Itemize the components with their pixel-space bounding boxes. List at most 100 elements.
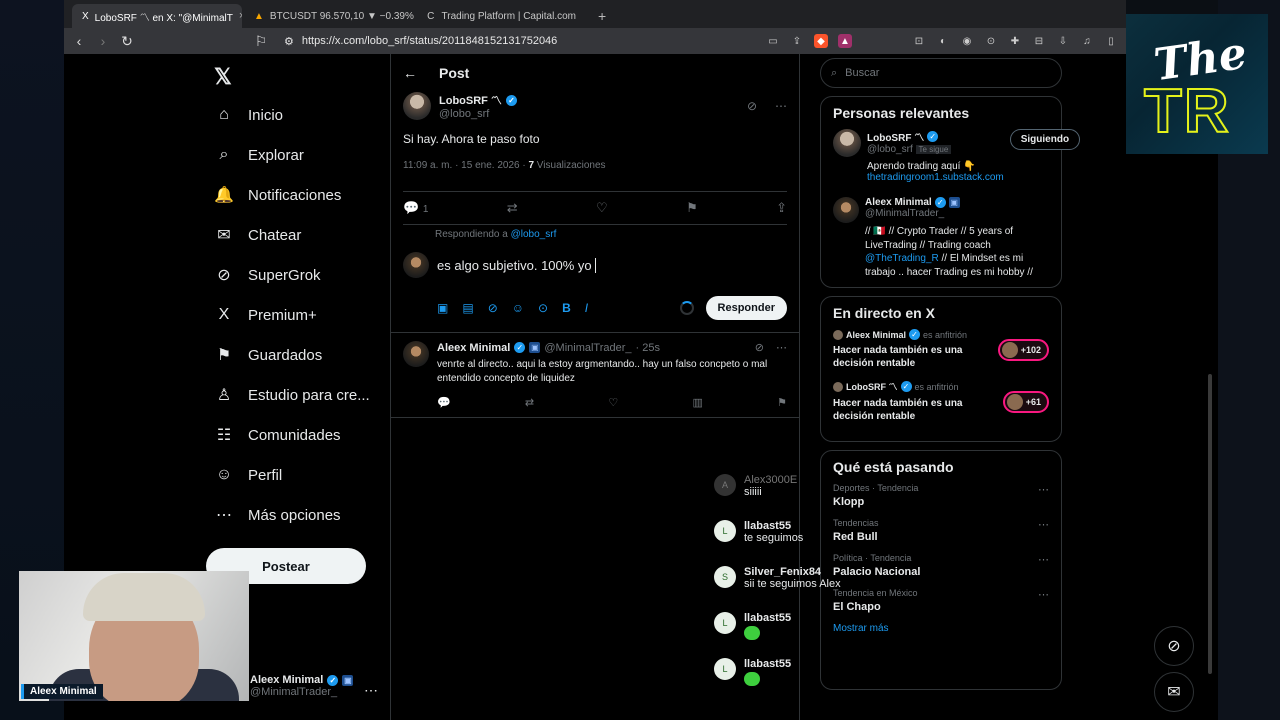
more-dots-icon[interactable]: ⋯: [364, 682, 378, 699]
reply-input[interactable]: es algo subjetivo. 100% yo: [437, 257, 596, 273]
nav-item-supergrok[interactable]: ⊘ SuperGrok: [214, 260, 320, 290]
more-dots-icon[interactable]: ⋯: [1038, 518, 1049, 531]
nav-item-chatear[interactable]: ✉ Chatear: [214, 220, 301, 250]
nav-item-perfil[interactable]: ☺ Perfil: [214, 460, 282, 490]
extension-icon[interactable]: ⊙: [984, 34, 998, 48]
grok-icon[interactable]: ⊘: [747, 99, 757, 113]
gif-icon[interactable]: ▤: [462, 301, 473, 315]
extension-icon[interactable]: ⊟: [1032, 34, 1046, 48]
nav-item-premium[interactable]: X Premium+: [214, 300, 317, 330]
like-icon[interactable]: ♡: [596, 200, 608, 216]
reply-icon[interactable]: 💬: [437, 396, 451, 409]
sidebar-icon[interactable]: ▯: [1104, 34, 1118, 48]
views-count: 7: [528, 160, 535, 171]
person-handle[interactable]: @MinimalTrader_: [865, 208, 1049, 219]
download-icon[interactable]: ⇩: [1056, 34, 1070, 48]
cast-icon[interactable]: ▭: [766, 34, 780, 48]
italic-icon[interactable]: I: [585, 301, 588, 315]
x-logo-icon[interactable]: 𝕏: [214, 64, 232, 90]
bookmark-page-icon[interactable]: ⚐: [254, 33, 268, 50]
author-name[interactable]: LoboSRF 〽: [439, 92, 502, 108]
scrollbar[interactable]: [1208, 374, 1212, 674]
repost-icon[interactable]: ⇄: [525, 396, 534, 409]
reply-time[interactable]: · 25s: [636, 342, 660, 354]
reply-button[interactable]: Responder: [705, 296, 787, 320]
views-icon[interactable]: ▥: [692, 396, 702, 409]
live-listeners-badge[interactable]: +61: [1002, 390, 1049, 413]
share-icon[interactable]: ⇪: [790, 34, 804, 48]
person-handle[interactable]: @lobo_srf: [867, 144, 913, 155]
rewards-icon[interactable]: ▲: [838, 34, 852, 48]
live-item[interactable]: LoboSRF 〽 ✓ es anfitrión Hacer nada también…: [833, 380, 1049, 423]
replying-to-handle[interactable]: @lobo_srf: [511, 229, 557, 240]
extension-icon[interactable]: ◉: [960, 34, 974, 48]
grok-icon[interactable]: ⊘: [488, 301, 498, 315]
search-input[interactable]: ⌕ Buscar: [820, 58, 1062, 88]
site-settings-icon[interactable]: ⚙: [284, 35, 294, 48]
account-switcher[interactable]: Aleex Minimal ✓ ▣ @MinimalTrader_ ⋯: [250, 674, 378, 698]
person-link[interactable]: thetradingroom1.substack.com: [867, 172, 1004, 183]
person-name[interactable]: Aleex Minimal: [865, 197, 932, 208]
tab-btcusdt[interactable]: ▲ BTCUSDT 96.570,10 ▼ −0.39% ES: [244, 4, 414, 28]
more-dots-icon[interactable]: ⋯: [775, 99, 787, 113]
avatar[interactable]: [833, 197, 859, 223]
reply-action[interactable]: 💬 1: [403, 200, 428, 216]
avatar[interactable]: [403, 92, 431, 120]
author-handle[interactable]: @lobo_srf: [439, 108, 517, 120]
trend-item[interactable]: Deportes · Tendencia Klopp ⋯: [833, 483, 1049, 508]
location-icon[interactable]: ⊙: [538, 301, 548, 315]
grok-icon[interactable]: ⊘: [755, 341, 764, 354]
back-arrow-icon[interactable]: ←: [403, 65, 417, 81]
extension-icon[interactable]: ⊡: [912, 34, 926, 48]
more-dots-icon[interactable]: ⋯: [1038, 553, 1049, 566]
post-timestamp[interactable]: 11:09 a. m. · 15 ene. 2026 ·: [403, 160, 526, 171]
puzzle-icon[interactable]: ✚: [1008, 34, 1022, 48]
nav-item-notificaciones[interactable]: 🔔 Notificaciones: [214, 180, 341, 210]
grok-float-button[interactable]: ⊘: [1154, 626, 1194, 666]
bookmark-icon[interactable]: ⚑: [686, 200, 698, 216]
bookmark-icon[interactable]: ⚑: [777, 396, 787, 409]
following-button[interactable]: Siguiendo: [1009, 129, 1081, 150]
close-tab-icon[interactable]: ×: [239, 10, 242, 22]
nav-item-más-opciones[interactable]: ⋯ Más opciones: [214, 500, 341, 530]
more-dots-icon[interactable]: ⋯: [1038, 588, 1049, 601]
image-icon[interactable]: ▣: [437, 301, 448, 315]
reply-post[interactable]: Aleex Minimal ✓ ▣ @MinimalTrader_ · 25s …: [391, 333, 799, 418]
tab-x-post[interactable]: X LoboSRF 〽 en X: "@MinimalT ×: [72, 4, 242, 28]
forward-arrow-icon[interactable]: ›: [96, 33, 110, 49]
studio-icon: ♙: [216, 387, 232, 404]
nav-item-inicio[interactable]: ⌂ Inicio: [214, 100, 283, 130]
extension-icon[interactable]: ◐: [936, 34, 950, 48]
more-dots-icon[interactable]: ⋯: [1038, 483, 1049, 496]
emoji-icon[interactable]: ☺: [512, 301, 524, 315]
trend-item[interactable]: Tendencia en México El Chapo ⋯: [833, 588, 1049, 613]
repost-icon[interactable]: ⇄: [507, 200, 518, 216]
trend-item[interactable]: Tendencias Red Bull ⋯: [833, 518, 1049, 543]
trend-item[interactable]: Política · Tendencia Palacio Nacional ⋯: [833, 553, 1049, 578]
like-icon[interactable]: ♡: [608, 396, 618, 409]
nav-item-estudio-para-cre[interactable]: ♙ Estudio para cre...: [214, 380, 370, 410]
messages-float-button[interactable]: ✉: [1154, 672, 1194, 712]
nav-item-guardados[interactable]: ⚑ Guardados: [214, 340, 322, 370]
live-item[interactable]: Aleex Minimal ✓ es anfitrión Hacer nada tam…: [833, 329, 1049, 370]
media-icon[interactable]: ♫: [1080, 34, 1094, 48]
author-name[interactable]: Aleex Minimal: [437, 342, 510, 354]
brave-shield-icon[interactable]: ◆: [814, 34, 828, 48]
avatar[interactable]: [403, 341, 429, 367]
person-name[interactable]: LoboSRF 〽: [867, 129, 924, 144]
bio-link[interactable]: @TheTrading_R: [865, 253, 939, 264]
nav-item-explorar[interactable]: ⌕ Explorar: [214, 140, 304, 170]
live-listeners-badge[interactable]: +102: [997, 338, 1049, 361]
share-icon[interactable]: ⇪: [776, 200, 787, 216]
tab-capital[interactable]: C Trading Platform | Capital.com: [416, 4, 586, 28]
back-arrow-icon[interactable]: ‹: [72, 33, 86, 49]
author-handle[interactable]: @MinimalTrader_: [544, 342, 631, 354]
more-dots-icon[interactable]: ⋯: [776, 341, 787, 354]
reload-icon[interactable]: ↻: [120, 33, 134, 50]
new-tab-button[interactable]: +: [588, 4, 616, 28]
nav-item-comunidades[interactable]: ☷ Comunidades: [214, 420, 341, 450]
show-more-link[interactable]: Mostrar más: [833, 623, 1049, 634]
bold-icon[interactable]: B: [562, 301, 571, 315]
address-bar[interactable]: ⚙ https://x.com/lobo_srf/status/20118481…: [284, 35, 557, 48]
avatar[interactable]: [833, 129, 861, 157]
